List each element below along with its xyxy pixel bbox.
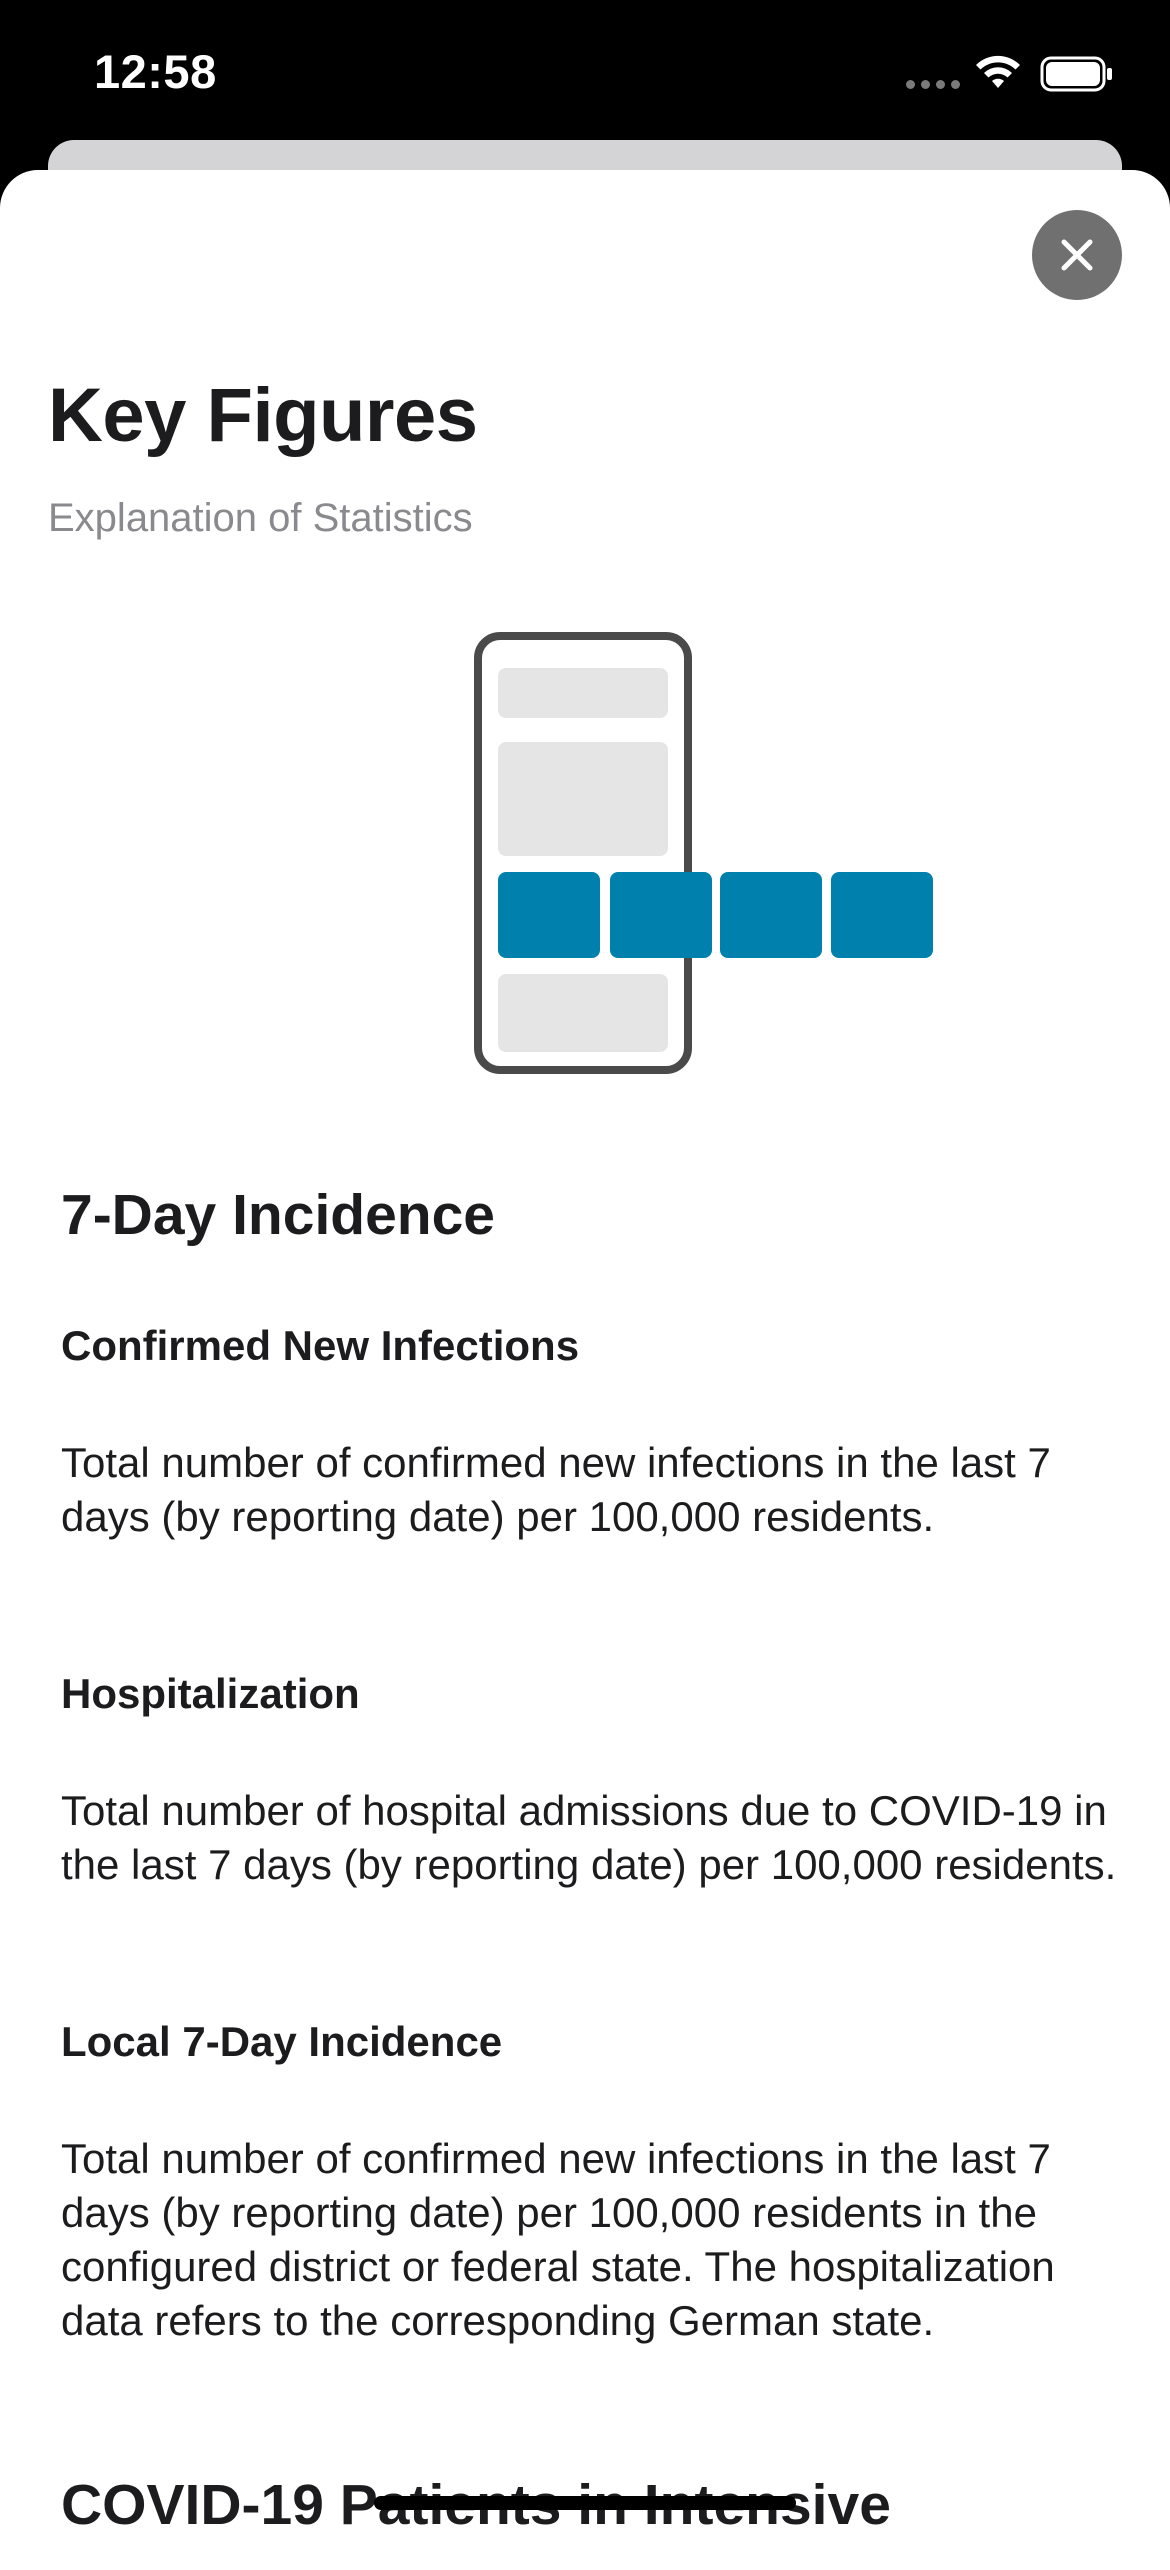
local-incidence-title: Local 7-Day Incidence (61, 2018, 503, 2065)
close-icon (1061, 239, 1093, 271)
page-subtitle: Explanation of Statistics (48, 496, 473, 540)
hospitalization-text: Total number of hospital admissions due … (61, 1787, 1117, 1888)
wifi-icon (976, 55, 1020, 88)
status-time: 12:58 (94, 45, 217, 98)
home-indicator (374, 2496, 796, 2510)
close-button[interactable] (1032, 210, 1122, 300)
confirmed-new-infections-title: Confirmed New Infections (61, 1322, 580, 1369)
page-title: Key Figures (48, 373, 478, 458)
section-heading-incidence: 7-Day Incidence (61, 1183, 496, 1247)
confirmed-new-infections-text: Total number of confirmed new infections… (61, 1439, 1051, 1540)
local-incidence-text: Total number of confirmed new infections… (61, 2135, 1055, 2344)
signal-icon (906, 80, 960, 92)
hospitalization-title: Hospitalization (61, 1670, 360, 1717)
battery-icon (1040, 56, 1112, 92)
phone-with-tiles-illustration (474, 632, 933, 1074)
status-bar: 12:58 (0, 0, 1170, 140)
